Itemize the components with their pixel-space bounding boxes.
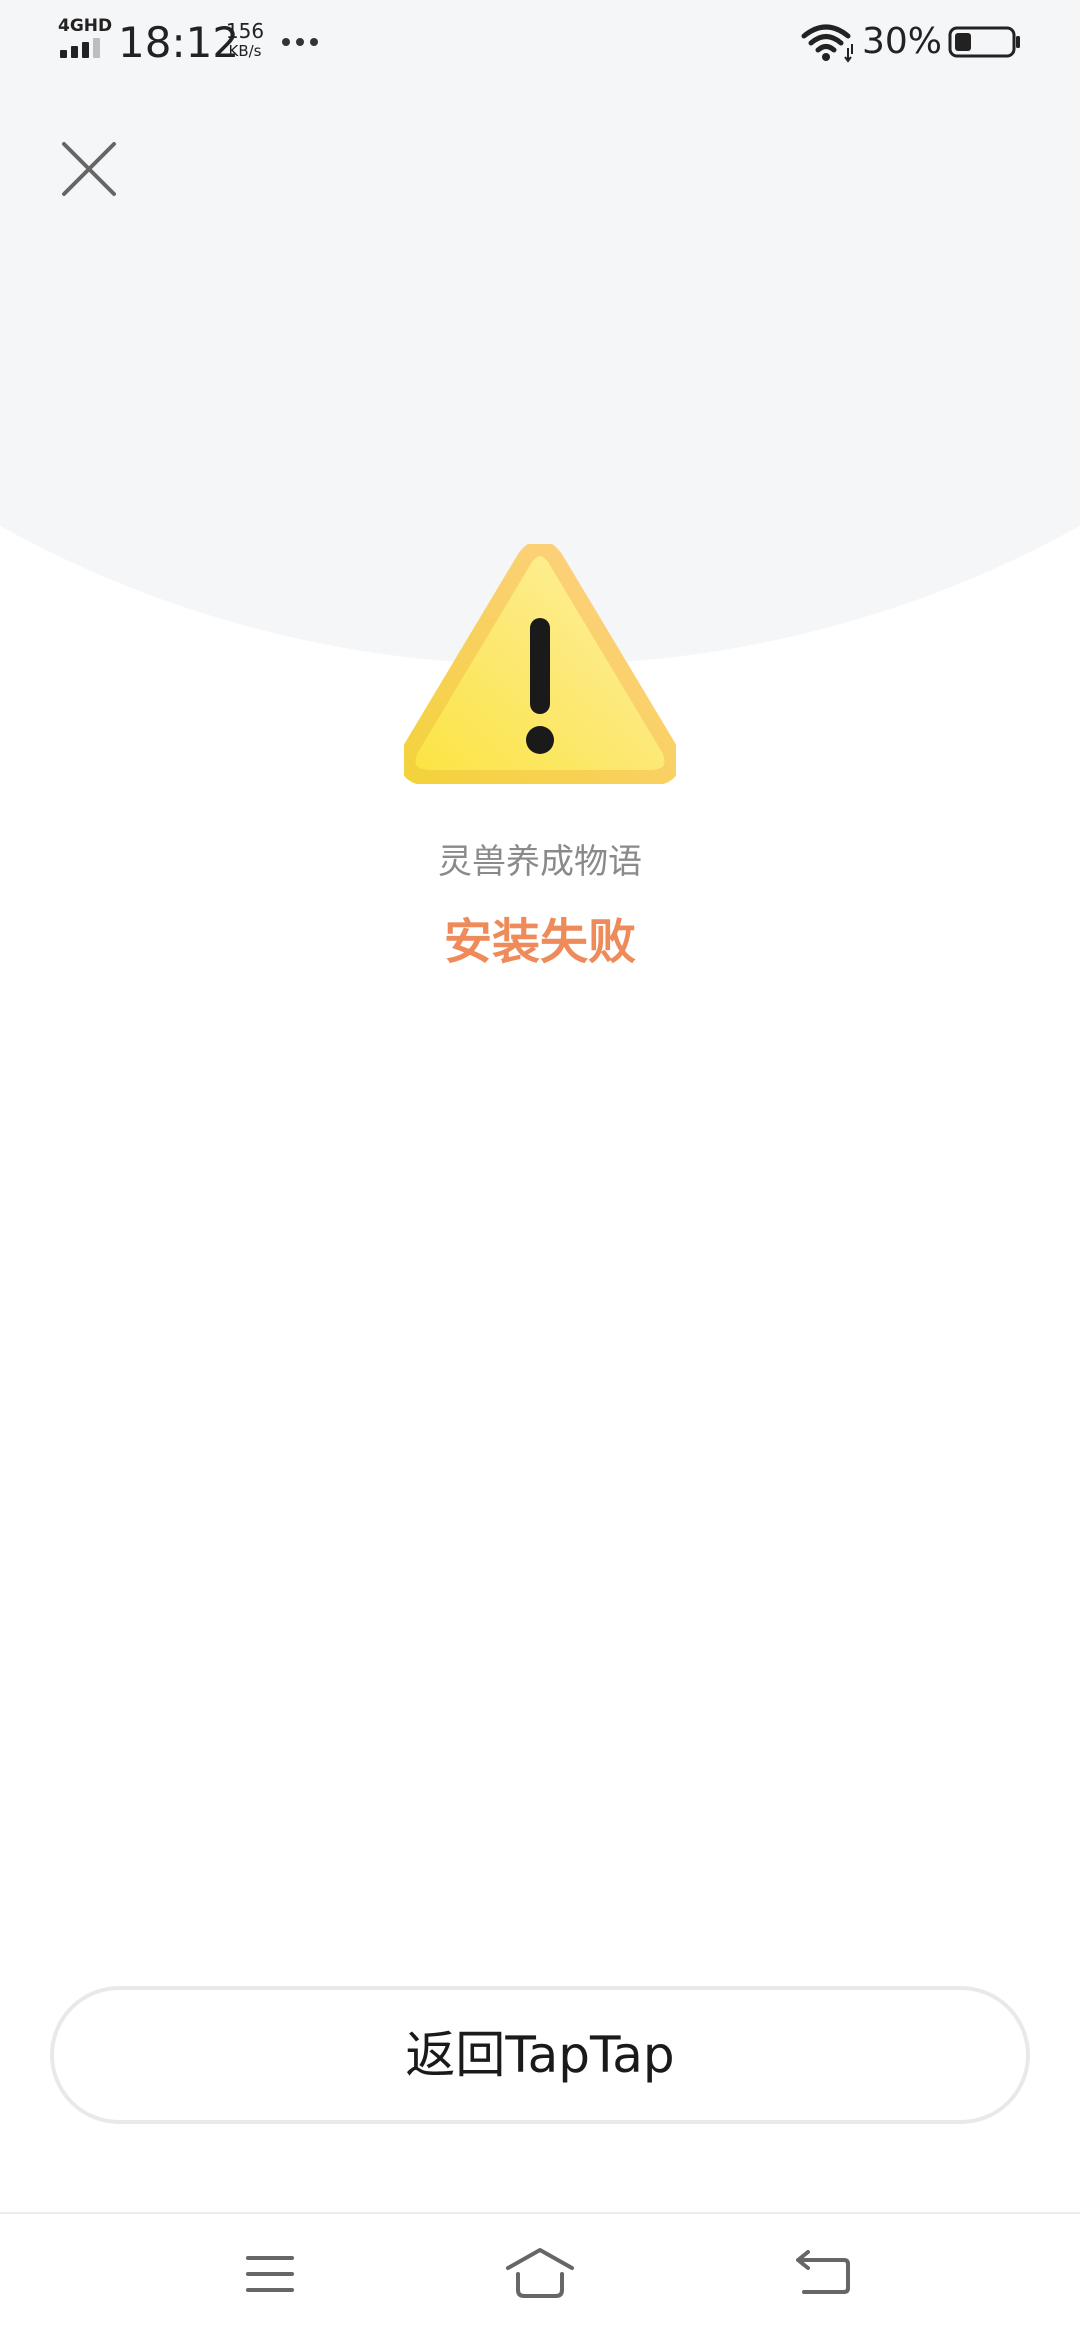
network-type-label: 4GHD xyxy=(58,16,113,36)
home-icon[interactable] xyxy=(504,2244,576,2304)
signal-icon xyxy=(60,38,106,58)
app-name: 灵兽养成物语 xyxy=(438,842,642,882)
battery-icon xyxy=(948,26,1020,58)
network-indicator: 4GHD xyxy=(58,18,112,62)
network-speed: 156 KB/s xyxy=(220,20,270,60)
navigation-bar xyxy=(0,2214,1080,2340)
wifi-icon xyxy=(801,24,853,63)
close-icon[interactable] xyxy=(58,138,120,200)
network-speed-value: 156 xyxy=(225,19,265,43)
status-bar: 4GHD 18:12 156 KB/s 30% xyxy=(0,0,1080,86)
network-speed-unit: KB/s xyxy=(228,42,262,60)
warning-triangle-icon xyxy=(404,544,676,784)
install-status: 安装失败 xyxy=(443,914,636,970)
install-result-screen: 4GHD 18:12 156 KB/s 30% 灵兽养成物语 安装失败 返回Ta… xyxy=(0,0,1080,2340)
battery-percent: 30% xyxy=(862,21,943,62)
more-dots-icon xyxy=(282,38,318,46)
return-taptap-button[interactable]: 返回TapTap xyxy=(50,1986,1030,2124)
menu-icon[interactable] xyxy=(234,2244,306,2304)
back-icon[interactable] xyxy=(788,2244,860,2304)
